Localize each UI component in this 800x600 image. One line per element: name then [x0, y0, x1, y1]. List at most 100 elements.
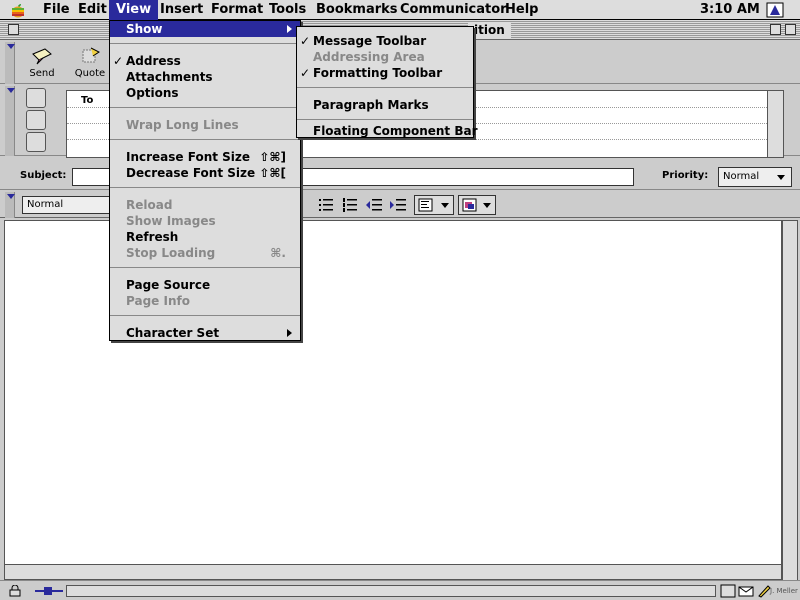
- mail-component-icon[interactable]: [738, 584, 754, 598]
- numbered-list-icon[interactable]: [340, 196, 360, 214]
- menu-item-label: Paragraph Marks: [313, 98, 429, 112]
- menu-item-label: Page Source: [126, 278, 211, 292]
- show-menu-formatting-toolbar[interactable]: ✓ Formatting Toolbar: [297, 65, 473, 81]
- view-menu-refresh[interactable]: Refresh: [110, 229, 300, 245]
- menu-item-label: Attachments: [126, 70, 213, 84]
- menu-item-label: Show: [126, 22, 163, 36]
- show-menu-floating-component-bar[interactable]: Floating Component Bar: [297, 123, 478, 139]
- menu-view[interactable]: View: [109, 0, 159, 20]
- send-icon: [32, 48, 52, 65]
- view-menu-character-set[interactable]: Character Set: [110, 325, 300, 341]
- menu-item-label: Wrap Long Lines: [126, 118, 239, 132]
- paragraph-style-select[interactable]: Normal: [22, 196, 112, 214]
- vertical-scrollbar[interactable]: [782, 220, 798, 586]
- options-tab-icon[interactable]: [26, 132, 46, 152]
- paragraph-style-value: Normal: [27, 199, 64, 210]
- close-box-icon[interactable]: [8, 24, 19, 35]
- menu-insert[interactable]: Insert: [153, 0, 210, 20]
- submenu-arrow-icon: [287, 25, 292, 33]
- menu-separator: [110, 139, 300, 140]
- view-menu-options[interactable]: Options: [110, 85, 300, 101]
- view-menu-attachments[interactable]: Attachments: [110, 69, 300, 85]
- menu-bookmarks[interactable]: Bookmarks: [309, 0, 405, 20]
- address-grip[interactable]: [5, 86, 15, 156]
- alignment-dropdown[interactable]: [414, 195, 454, 215]
- bullet-list-icon[interactable]: [316, 196, 336, 214]
- menu-item-label: Show Images: [126, 214, 216, 228]
- menu-item-label: Formatting Toolbar: [313, 66, 443, 80]
- quote-button[interactable]: Quote: [70, 46, 110, 82]
- chevron-down-icon: [441, 203, 449, 208]
- view-menu-page-info: Page Info: [110, 293, 300, 309]
- view-menu-page-source[interactable]: Page Source: [110, 277, 300, 293]
- window-title: ition: [468, 22, 511, 38]
- send-label: Send: [29, 68, 55, 79]
- menu-separator: [297, 87, 473, 88]
- submenu-arrow-icon: [287, 329, 292, 337]
- send-button[interactable]: Send: [22, 46, 62, 82]
- menu-item-label: Decrease Font Size: [126, 166, 256, 180]
- view-menu-stop-loading: Stop Loading ⌘.: [110, 245, 300, 261]
- quote-label: Quote: [74, 68, 106, 79]
- quote-icon: [82, 47, 100, 63]
- toolbar-grip[interactable]: [5, 42, 15, 84]
- menu-clock[interactable]: 3:10 AM: [700, 0, 760, 20]
- view-menu-dropdown: Show ✓ Address Attachments Options Wrap …: [109, 20, 301, 341]
- menu-separator: [110, 43, 300, 44]
- subject-label: Subject:: [20, 170, 67, 181]
- netscape-app-icon[interactable]: [766, 2, 784, 18]
- priority-select[interactable]: Normal: [718, 167, 792, 187]
- priority-value: Normal: [723, 171, 760, 182]
- insert-image-icon: [462, 198, 477, 212]
- view-menu-show[interactable]: Show: [110, 21, 300, 37]
- status-progress-track: [66, 585, 716, 597]
- insert-object-dropdown[interactable]: [458, 195, 496, 215]
- menu-item-label: Addressing Area: [313, 50, 425, 64]
- view-menu-show-images: Show Images: [110, 213, 300, 229]
- outdent-icon[interactable]: [364, 196, 384, 214]
- align-left-icon: [418, 198, 433, 212]
- horizontal-scrollbar[interactable]: [4, 564, 782, 580]
- format-grip[interactable]: [5, 192, 15, 218]
- checkmark-icon: ✓: [113, 54, 124, 68]
- chevron-down-icon: [777, 175, 785, 180]
- shortcut-label: ⌘.: [270, 246, 286, 260]
- address-scrollbar[interactable]: [767, 91, 783, 157]
- show-submenu: ✓ Message Toolbar Addressing Area ✓ Form…: [296, 26, 478, 139]
- shortcut-label: ⇧⌘]: [259, 150, 286, 164]
- address-tab-icon[interactable]: [26, 88, 46, 108]
- show-menu-paragraph-marks[interactable]: Paragraph Marks: [297, 97, 473, 113]
- menu-separator: [297, 119, 473, 120]
- menu-bar: File Edit View Insert Format Tools Bookm…: [0, 0, 800, 20]
- zoom-box-icon[interactable]: [770, 24, 781, 35]
- priority-label: Priority:: [662, 170, 709, 181]
- menu-format[interactable]: Format: [204, 0, 270, 20]
- menu-help[interactable]: Help: [498, 0, 545, 20]
- menu-separator: [110, 187, 300, 188]
- view-menu-address[interactable]: ✓ Address: [110, 53, 300, 69]
- navigator-component-icon[interactable]: [720, 584, 736, 598]
- checkmark-icon: ✓: [300, 34, 311, 48]
- attachments-tab-icon[interactable]: [26, 110, 46, 130]
- menu-tools[interactable]: Tools: [262, 0, 313, 20]
- menu-item-label: Message Toolbar: [313, 34, 427, 48]
- security-lock-icon[interactable]: [8, 585, 22, 597]
- watermark-text: J. Meller: [770, 587, 798, 595]
- apple-menu-icon[interactable]: [10, 2, 26, 18]
- chevron-down-icon: [483, 203, 491, 208]
- show-menu-message-toolbar[interactable]: ✓ Message Toolbar: [297, 33, 473, 49]
- menu-item-label: Address: [126, 54, 181, 68]
- menu-item-label: Stop Loading: [126, 246, 216, 260]
- view-menu-increase-font[interactable]: Increase Font Size ⇧⌘]: [110, 149, 300, 165]
- menu-item-label: Refresh: [126, 230, 179, 244]
- collapse-box-icon[interactable]: [785, 24, 796, 35]
- indent-icon[interactable]: [388, 196, 408, 214]
- view-menu-wrap-long-lines: Wrap Long Lines: [110, 117, 300, 133]
- online-connection-icon[interactable]: [34, 585, 64, 597]
- menu-separator: [110, 315, 300, 316]
- menu-item-label: Page Info: [126, 294, 190, 308]
- view-menu-decrease-font[interactable]: Decrease Font Size ⇧⌘[: [110, 165, 300, 181]
- status-bar: J. Meller: [0, 580, 800, 600]
- menu-communicator[interactable]: Communicator: [393, 0, 514, 20]
- menu-edit[interactable]: Edit: [71, 0, 114, 20]
